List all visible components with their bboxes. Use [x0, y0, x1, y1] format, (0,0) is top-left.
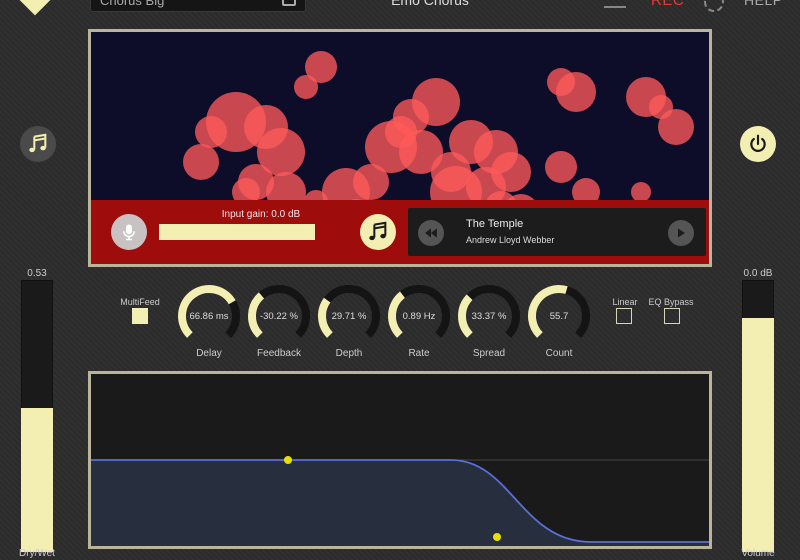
multifeed-label: MultiFeed	[120, 297, 160, 307]
music-note-icon	[369, 221, 387, 241]
save-icon[interactable]	[282, 0, 296, 6]
input-gain-value: 0.0 dB	[271, 209, 301, 220]
eq-handle-low[interactable]	[284, 456, 292, 464]
menu-icon[interactable]	[604, 0, 626, 8]
linear-checkbox[interactable]	[616, 308, 632, 324]
bubble	[195, 116, 227, 148]
music-source-button[interactable]	[360, 214, 396, 250]
linear-label: Linear	[612, 297, 638, 307]
multifeed-checkbox[interactable]	[132, 308, 148, 324]
feedback-label: Feedback	[257, 348, 301, 359]
delay-value: 66.86 ms	[189, 311, 229, 322]
depth-value: 29.71 %	[331, 311, 367, 322]
input-gain-label: Input gain: 0.0 dB	[181, 209, 341, 220]
visualizer-panel: Input gain: 0.0 dB The Temple Andrew Llo…	[88, 29, 712, 267]
bubble	[631, 182, 651, 202]
volume-value: 0.0 dB	[743, 268, 773, 279]
power-button[interactable]	[740, 126, 776, 162]
volume-slider[interactable]	[742, 280, 774, 552]
app-title: Emo Chorus	[391, 0, 469, 8]
play-next-button[interactable]	[668, 220, 694, 246]
eq-bypass-label: EQ Bypass	[648, 297, 694, 307]
dry-wet-value: 0.53	[27, 268, 47, 279]
bubble	[556, 72, 596, 112]
bubble	[412, 78, 460, 126]
microphone-icon	[123, 224, 135, 241]
eq-handle-high[interactable]	[493, 533, 501, 541]
bubble	[385, 116, 417, 148]
rec-button[interactable]: REC	[651, 0, 684, 9]
volume-label: Volume	[741, 548, 775, 559]
eq-curve-fill	[91, 460, 709, 546]
preset-name: Chorus Big	[100, 0, 165, 8]
dry-wet-label: Dry/Wet	[19, 548, 55, 559]
spread-label: Spread	[472, 348, 506, 359]
eq-graph[interactable]	[88, 371, 712, 549]
music-note-icon	[29, 133, 47, 153]
music-library-button[interactable]	[20, 126, 56, 162]
microphone-button[interactable]	[111, 214, 147, 250]
delay-label: Delay	[196, 348, 222, 359]
bubble	[658, 109, 694, 145]
track-artist: Andrew Lloyd Webber	[466, 235, 555, 245]
depth-label: Depth	[335, 348, 363, 359]
bubble	[545, 151, 577, 183]
media-player: The Temple Andrew Lloyd Webber	[408, 208, 706, 256]
input-bar: Input gain: 0.0 dB The Temple Andrew Llo…	[91, 200, 709, 264]
previous-track-button[interactable]	[418, 220, 444, 246]
eq-bypass-checkbox[interactable]	[664, 308, 680, 324]
eq-curve-plot	[91, 456, 709, 546]
bubble	[491, 152, 531, 192]
count-label: Count	[545, 348, 573, 359]
bubble	[294, 75, 318, 99]
volume-fill	[742, 318, 774, 552]
input-gain-caption: Input gain:	[221, 209, 269, 220]
dry-wet-fill	[21, 407, 53, 552]
power-icon	[750, 134, 766, 152]
bubble	[183, 144, 219, 180]
rate-value: 0.89 Hz	[402, 311, 436, 322]
input-gain-slider[interactable]	[159, 224, 315, 240]
count-value: 55.7	[549, 311, 569, 322]
help-button[interactable]: HELP	[744, 0, 783, 8]
feedback-value: -30.22 %	[259, 311, 299, 322]
rate-label: Rate	[408, 348, 430, 359]
spread-value: 33.37 %	[471, 311, 507, 322]
play-next-icon	[678, 228, 685, 238]
previous-icon	[425, 228, 437, 238]
track-title: The Temple	[466, 218, 524, 230]
dry-wet-slider[interactable]	[21, 280, 53, 552]
